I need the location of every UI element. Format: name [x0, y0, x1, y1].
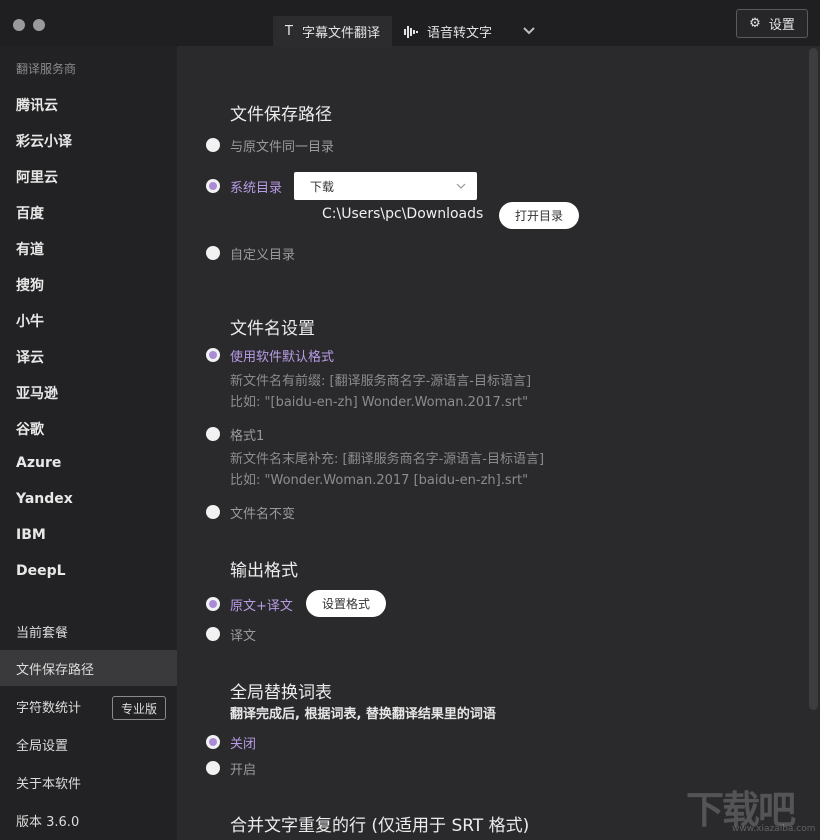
format-example: 比如: "Wonder.Woman.2017 [baidu-en-zh].srt…: [230, 473, 529, 488]
radio-default-format[interactable]: [206, 348, 220, 362]
section-title-filename: 文件名设置: [230, 319, 315, 339]
radio-label: 使用软件默认格式: [230, 350, 335, 365]
sidebar-item-label: 关于本软件: [16, 776, 82, 792]
section-title-replace: 全局替换词表: [230, 683, 332, 703]
radio-system-directory[interactable]: [206, 179, 220, 193]
sidebar-item-provider[interactable]: Yandex: [16, 491, 73, 507]
radio-replace-off[interactable]: [206, 735, 220, 749]
radio-label: 系统目录: [230, 181, 283, 196]
watermark-url: www.xiazaiba.com: [732, 824, 816, 834]
settings-button[interactable]: ⚙ 设置: [736, 9, 808, 38]
select-value: 下载: [310, 179, 335, 194]
chevron-down-icon[interactable]: [522, 24, 536, 38]
sidebar-item-provider[interactable]: Azure: [16, 455, 61, 471]
text-icon: T: [285, 24, 293, 39]
sidebar-header: 翻译服务商: [16, 62, 77, 76]
sidebar-item-provider[interactable]: 阿里云: [16, 167, 58, 187]
radio-label: 原文+译文: [230, 599, 293, 614]
radio-filename-unchanged[interactable]: [206, 505, 220, 519]
version-label: 版本 3.6.0: [0, 802, 177, 838]
format-description: 新文件名末尾补充: [翻译服务商名字-源语言-目标语言]: [230, 452, 545, 467]
sidebar-item-label: 全局设置: [16, 738, 69, 754]
radio-label: 自定义目录: [230, 248, 296, 263]
tab-label: 字幕文件翻译: [301, 26, 380, 41]
radio-label: 与原文件同一目录: [230, 140, 335, 155]
scrollbar[interactable]: [809, 48, 818, 710]
tab-label: 语音转文字: [426, 26, 492, 41]
title-bar: T 字幕文件翻译 语音转文字 ⚙ 设置: [0, 0, 820, 47]
settings-label: 设置: [768, 18, 795, 33]
sidebar-item-about[interactable]: 关于本软件: [0, 764, 177, 800]
section-title-save-path: 文件保存路径: [230, 105, 332, 125]
window-control-dot[interactable]: [33, 19, 45, 31]
save-path-value: C:\Users\pc\Downloads: [322, 206, 484, 222]
sidebar-item-provider[interactable]: 译云: [16, 347, 44, 367]
sidebar-item-provider[interactable]: 小牛: [16, 311, 44, 331]
set-format-button[interactable]: 设置格式: [306, 590, 386, 617]
sidebar-item-global-settings[interactable]: 全局设置: [0, 726, 177, 762]
chevron-down-icon: [456, 183, 466, 189]
sidebar: 翻译服务商 腾讯云 彩云小译 阿里云 百度 有道 搜狗 小牛 译云 亚马逊 谷歌…: [0, 46, 177, 840]
radio-custom-directory[interactable]: [206, 246, 220, 260]
sidebar-item-provider[interactable]: IBM: [16, 527, 46, 543]
sidebar-item-provider[interactable]: 彩云小译: [16, 131, 72, 151]
open-directory-button[interactable]: 打开目录: [499, 202, 579, 229]
sidebar-item-provider[interactable]: 亚马逊: [16, 383, 58, 403]
pro-badge[interactable]: 专业版: [112, 696, 166, 720]
sidebar-item-current-plan[interactable]: 当前套餐: [0, 613, 177, 649]
radio-translation-only[interactable]: [206, 627, 220, 641]
sidebar-item-provider[interactable]: 百度: [16, 203, 44, 223]
system-directory-select[interactable]: 下载: [294, 172, 477, 200]
replace-description: 翻译完成后, 根据词表, 替换翻译结果里的词语: [230, 707, 496, 722]
tab-subtitle-translate[interactable]: T 字幕文件翻译: [273, 16, 392, 47]
radio-label: 译文: [230, 629, 257, 644]
radio-original-and-translation[interactable]: [206, 597, 220, 611]
radio-replace-on[interactable]: [206, 761, 220, 775]
gear-icon: ⚙: [749, 16, 761, 31]
sidebar-item-provider[interactable]: 有道: [16, 239, 44, 259]
sidebar-item-provider[interactable]: 搜狗: [16, 275, 44, 295]
sidebar-item-provider[interactable]: 谷歌: [16, 419, 44, 439]
format-description: 新文件名有前缀: [翻译服务商名字-源语言-目标语言]: [230, 374, 532, 389]
sidebar-item-label: 文件保存路径: [16, 662, 95, 678]
radio-same-directory[interactable]: [206, 138, 220, 152]
section-title-output: 输出格式: [230, 561, 298, 581]
radio-label: 开启: [230, 763, 257, 778]
radio-label: 关闭: [230, 737, 257, 752]
sidebar-item-label: 当前套餐: [16, 625, 69, 641]
sidebar-item-provider[interactable]: DeepL: [16, 563, 66, 579]
radio-label: 格式1: [230, 429, 265, 444]
mode-tabs: T 字幕文件翻译 语音转文字: [273, 16, 504, 47]
tab-speech-to-text[interactable]: 语音转文字: [392, 16, 504, 47]
version-text: 版本 3.6.0: [16, 814, 80, 830]
sidebar-item-save-path[interactable]: 文件保存路径: [0, 650, 177, 686]
radio-label: 文件名不变: [230, 507, 296, 522]
sidebar-item-provider[interactable]: 腾讯云: [16, 95, 58, 115]
format-example: 比如: "[baidu-en-zh] Wonder.Woman.2017.srt…: [230, 395, 529, 410]
waveform-icon: [403, 25, 418, 38]
window-control-dot[interactable]: [13, 19, 25, 31]
radio-format1[interactable]: [206, 427, 220, 441]
section-title-merge: 合并文字重复的行 (仅适用于 SRT 格式): [230, 816, 530, 836]
sidebar-item-label: 字符数统计: [16, 700, 82, 716]
